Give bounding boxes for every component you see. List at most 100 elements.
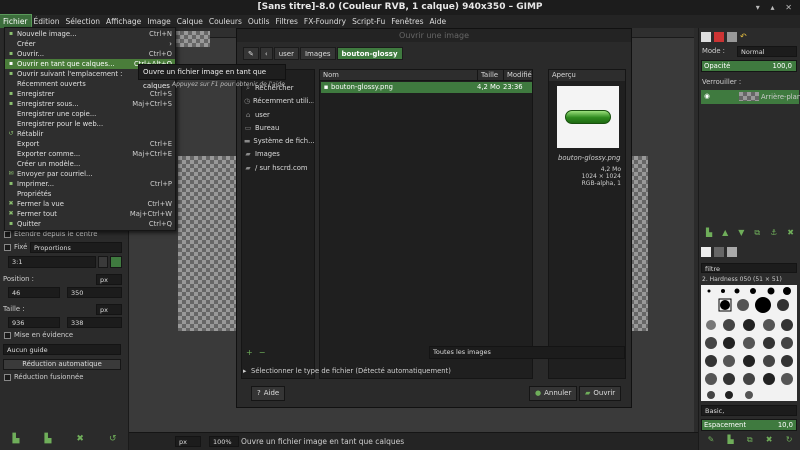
highlight-checkbox[interactable] [4, 332, 11, 339]
path-back-icon[interactable]: ‹ [259, 47, 273, 60]
landscape-icon[interactable] [110, 256, 122, 268]
mode-select[interactable]: Normal [737, 46, 797, 57]
menu-filtres[interactable]: Filtres [273, 15, 301, 28]
filetype-expander[interactable]: Sélectionner le type de fichier (Détecté… [251, 367, 451, 375]
menu-item-save-web[interactable]: Enregistrer pour le web... [5, 119, 175, 129]
brush-grid[interactable] [701, 285, 797, 401]
window-controls[interactable]: ▾ ▴ ✕ [756, 0, 796, 15]
place-filesystem[interactable]: ▬ Système de fich... [244, 136, 314, 147]
visibility-eye-icon[interactable]: ◉ [704, 92, 710, 100]
menu-fx-foundry[interactable]: FX-Foundry [301, 15, 349, 28]
cancel-button[interactable]: ● Annuler [529, 386, 578, 401]
menu-script-fu[interactable]: Script-Fu [349, 15, 388, 28]
position-unit-select[interactable]: px [96, 274, 122, 285]
menu-item-save-as[interactable]: ▪ Enregistrer sous... Maj+Ctrl+S [5, 99, 175, 109]
size-width-input[interactable]: 936 [8, 317, 60, 328]
fixed-mode-select[interactable]: Proportions [30, 242, 122, 253]
fixed-checkbox[interactable] [4, 244, 11, 251]
menu-item-export[interactable]: Export Ctrl+E [5, 139, 175, 149]
paths-tab-icon[interactable] [727, 31, 737, 42]
edit-brush-icon[interactable]: ✎ [708, 435, 715, 447]
position-y-input[interactable]: 350 [67, 287, 122, 298]
opacity-slider[interactable]: Opacité 100,0 [701, 60, 797, 72]
place-bureau[interactable]: ▭ Bureau [244, 123, 314, 134]
duplicate-layer-icon[interactable]: ⧉ [754, 228, 760, 240]
places-actions: + − [246, 348, 265, 357]
file-name: bouton-glossy.png [331, 83, 393, 91]
channels-tab-icon[interactable] [714, 31, 724, 42]
delete-options-icon[interactable]: ✖ [76, 434, 84, 444]
restore-options-icon[interactable]: ▙ [44, 434, 51, 444]
path-images[interactable]: Images [299, 47, 336, 60]
preview-thumbnail[interactable] [557, 86, 619, 148]
menu-item-export-as[interactable]: Exporter comme... Maj+Ctrl+E [5, 149, 175, 159]
menu-couleurs[interactable]: Couleurs [206, 15, 245, 28]
path-bouton-glossy[interactable]: bouton-glossy [336, 47, 403, 60]
expand-center-checkbox[interactable] [4, 231, 11, 238]
path-user[interactable]: user [273, 47, 299, 60]
anchor-layer-icon[interactable]: ⚓ [770, 228, 777, 240]
menu-item-create[interactable]: Créer › [5, 39, 175, 49]
layer-row[interactable]: ◉ Arrière-plan [701, 90, 800, 104]
file-filter-select[interactable]: Toutes les images [429, 346, 625, 359]
brush-filter-input[interactable]: filtre [701, 263, 797, 273]
column-size[interactable]: Taille [478, 70, 504, 80]
new-brush-icon[interactable]: ▙ [728, 435, 734, 447]
layers-tab-icon[interactable] [701, 31, 711, 42]
menu-calque[interactable]: Calque [174, 15, 206, 28]
lower-layer-icon[interactable]: ▼ [738, 228, 744, 240]
column-name[interactable]: Nom [320, 70, 478, 80]
duplicate-brush-icon[interactable]: ⧉ [747, 435, 753, 447]
place-recent[interactable]: ◷ Récemment utili... [244, 96, 314, 107]
file-row[interactable]: ▪ bouton-glossy.png 4,2 Mo 23:36 [321, 82, 532, 93]
gradients-tab-icon[interactable] [727, 247, 737, 257]
brushes-tab-icon[interactable] [701, 247, 711, 257]
place-images[interactable]: ▰ Images [244, 149, 314, 160]
unit-select[interactable]: px [175, 436, 201, 447]
patterns-tab-icon[interactable] [714, 247, 724, 257]
brush-preset-select[interactable]: Basic, [701, 405, 797, 416]
menu-item-quit[interactable]: ▪ Quitter Ctrl+Q [5, 219, 175, 229]
help-button[interactable]: ? Aide [251, 386, 286, 401]
size-height-input[interactable]: 338 [67, 317, 122, 328]
menu-item-properties[interactable]: Propriétés [5, 189, 175, 199]
menu-item-revert[interactable]: ↺ Rétablir [5, 129, 175, 139]
menu-item-close-view[interactable]: ✖ Fermer la vue Ctrl+W [5, 199, 175, 209]
autoshrink-button[interactable]: Réduction automatique [3, 359, 121, 370]
menu-item-create-template[interactable]: Créer un modèle... [5, 159, 175, 169]
menu-item-print[interactable]: ▪ Imprimer... Ctrl+P [5, 179, 175, 189]
menu-outils[interactable]: Outils [245, 15, 273, 28]
delete-brush-icon[interactable]: ✖ [766, 435, 773, 447]
portrait-icon[interactable] [98, 256, 108, 268]
menu-aide[interactable]: Aide [427, 15, 450, 28]
open-button[interactable]: ▰ Ouvrir [579, 386, 622, 401]
merged-checkbox[interactable] [4, 374, 11, 381]
add-bookmark-icon[interactable]: + [246, 348, 253, 357]
position-x-input[interactable]: 46 [8, 287, 60, 298]
path-bar: ✎ ‹ user Images bouton-glossy [243, 47, 404, 60]
menu-item-new[interactable]: ▪ Nouvelle image... Ctrl+N [5, 29, 175, 39]
raise-layer-icon[interactable]: ▲ [722, 228, 728, 240]
place-network[interactable]: ▰ / sur hscrd.com [244, 163, 314, 174]
menu-item-send-mail[interactable]: ✉ Envoyer par courriel... [5, 169, 175, 179]
undo-tab-icon[interactable]: ↶ [740, 32, 750, 42]
reset-options-icon[interactable]: ↺ [109, 434, 117, 444]
zoom-select[interactable]: 100% [209, 436, 239, 447]
remove-bookmark-icon[interactable]: − [259, 348, 266, 357]
new-layer-icon[interactable]: ▙ [706, 228, 712, 240]
ratio-input[interactable]: 3:1 [8, 256, 96, 268]
spacing-slider[interactable]: Espacement 10,0 [701, 419, 797, 431]
edit-location-icon[interactable]: ✎ [243, 47, 259, 60]
place-user[interactable]: ⌂ user [244, 110, 314, 121]
guides-select[interactable]: Aucun guide [3, 344, 121, 355]
delete-layer-icon[interactable]: ✖ [787, 228, 794, 240]
size-unit-select[interactable]: px [96, 304, 122, 315]
refresh-brushes-icon[interactable]: ↻ [786, 435, 793, 447]
filetype-expander-icon[interactable]: ▸ [243, 367, 246, 375]
menu-fenetres[interactable]: Fenêtres [388, 15, 426, 28]
menu-item-open[interactable]: ▪ Ouvrir... Ctrl+O [5, 49, 175, 59]
menu-item-close-all[interactable]: ✖ Fermer tout Maj+Ctrl+W [5, 209, 175, 219]
column-modified[interactable]: Modifié [504, 70, 532, 80]
menu-item-save-copy[interactable]: Enregistrer une copie... [5, 109, 175, 119]
save-options-icon[interactable]: ▙ [13, 434, 20, 444]
